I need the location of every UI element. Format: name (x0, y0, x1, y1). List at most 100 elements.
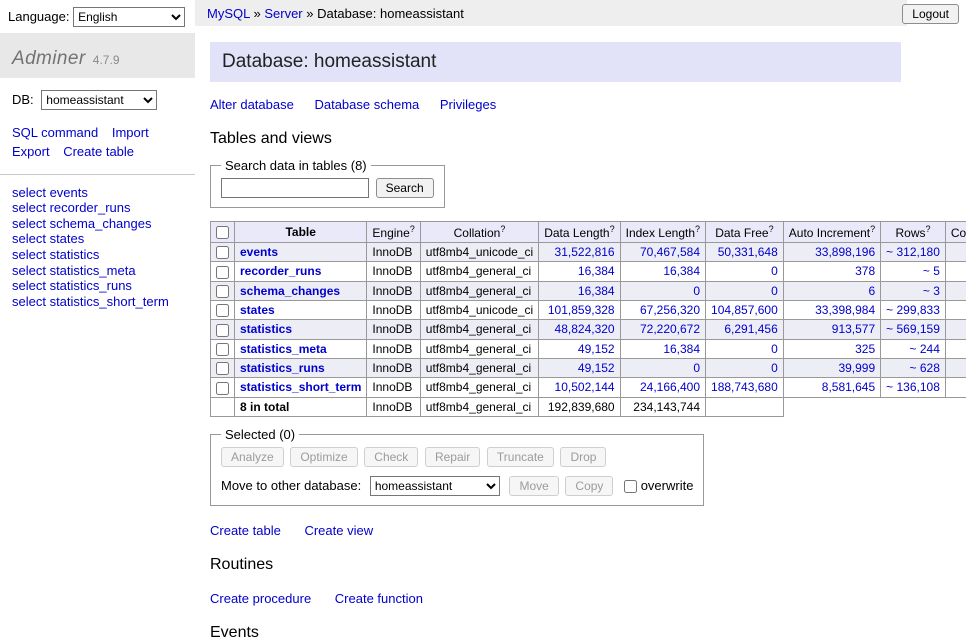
rows-link[interactable]: ~ 299,833 (886, 303, 940, 317)
select-all-checkbox[interactable] (216, 226, 229, 239)
header-data-free[interactable]: Data Free? (706, 222, 784, 243)
breadcrumb-link-mysql[interactable]: MySQL (207, 6, 250, 21)
index-length-link[interactable]: 16,384 (663, 264, 700, 278)
header-data-length[interactable]: Data Length? (539, 222, 620, 243)
table-link[interactable]: schema_changes (240, 284, 340, 298)
data-free-link[interactable]: 0 (771, 361, 778, 375)
sidebar-create-table-link[interactable]: Create table (63, 144, 134, 159)
row-checkbox[interactable] (216, 266, 229, 279)
sidebar-export-link[interactable]: Export (12, 144, 50, 159)
move-button[interactable]: Move (509, 476, 558, 496)
sidebar-item-select-schema-changes[interactable]: select schema_changes (12, 216, 183, 232)
move-database-select[interactable]: homeassistant (370, 476, 500, 496)
data-free-link[interactable]: 104,857,600 (711, 303, 778, 317)
search-button[interactable]: Search (376, 178, 434, 198)
overwrite-checkbox[interactable] (624, 480, 637, 493)
analyze-button[interactable]: Analyze (221, 447, 284, 467)
create-function-link[interactable]: Create function (335, 591, 423, 606)
rows-link[interactable]: ~ 3 (923, 284, 940, 298)
data-free-link[interactable]: 6,291,456 (724, 322, 777, 336)
table-link[interactable]: statistics_runs (240, 361, 325, 375)
row-checkbox[interactable] (216, 343, 229, 356)
data-length-link[interactable]: 49,152 (578, 361, 615, 375)
data-length-link[interactable]: 31,522,816 (555, 245, 615, 259)
row-checkbox[interactable] (216, 246, 229, 259)
index-length-link[interactable]: 0 (693, 361, 700, 375)
data-free-link[interactable]: 188,743,680 (711, 380, 778, 394)
auto-increment-link[interactable]: 378 (855, 264, 875, 278)
sidebar-import-link[interactable]: Import (112, 125, 149, 140)
auto-increment-link[interactable]: 8,581,645 (822, 380, 875, 394)
copy-button[interactable]: Copy (565, 476, 613, 496)
rows-link[interactable]: ~ 569,159 (886, 322, 940, 336)
index-length-link[interactable]: 16,384 (663, 342, 700, 356)
drop-button[interactable]: Drop (560, 447, 606, 467)
row-checkbox[interactable] (216, 304, 229, 317)
create-view-link[interactable]: Create view (304, 523, 373, 538)
table-link[interactable]: statistics_short_term (240, 380, 361, 394)
row-checkbox[interactable] (216, 382, 229, 395)
index-length-link[interactable]: 67,256,320 (640, 303, 700, 317)
data-length-link[interactable]: 101,859,328 (548, 303, 615, 317)
row-checkbox[interactable] (216, 362, 229, 375)
header-collation[interactable]: Collation? (420, 222, 538, 243)
table-link[interactable]: events (240, 245, 278, 259)
breadcrumb-link-server[interactable]: Server (264, 6, 302, 21)
auto-increment-link[interactable]: 913,577 (832, 322, 875, 336)
index-length-link[interactable]: 72,220,672 (640, 322, 700, 336)
table-link[interactable]: statistics_meta (240, 342, 327, 356)
rows-link[interactable]: ~ 312,180 (886, 245, 940, 259)
sidebar-item-select-statistics-runs[interactable]: select statistics_runs (12, 278, 183, 294)
data-length-link[interactable]: 48,824,320 (555, 322, 615, 336)
table-link[interactable]: statistics (240, 322, 292, 336)
search-input[interactable] (221, 178, 369, 198)
auto-increment-link[interactable]: 6 (868, 284, 875, 298)
header-index-length[interactable]: Index Length? (620, 222, 705, 243)
privileges-link[interactable]: Privileges (440, 97, 496, 112)
repair-button[interactable]: Repair (425, 447, 480, 467)
index-length-link[interactable]: 0 (693, 284, 700, 298)
sidebar-item-select-states[interactable]: select states (12, 231, 183, 247)
auto-increment-link[interactable]: 33,898,196 (815, 245, 875, 259)
row-checkbox[interactable] (216, 324, 229, 337)
language-select[interactable]: English (73, 7, 185, 27)
data-length-link[interactable]: 16,384 (578, 264, 615, 278)
header-comment[interactable]: Comment? (945, 222, 966, 243)
data-free-link[interactable]: 0 (771, 264, 778, 278)
data-free-link[interactable]: 0 (771, 284, 778, 298)
data-free-link[interactable]: 0 (771, 342, 778, 356)
sidebar-item-select-statistics-meta[interactable]: select statistics_meta (12, 263, 183, 279)
sidebar-item-select-statistics-short-term[interactable]: select statistics_short_term (12, 294, 183, 310)
header-engine[interactable]: Engine? (367, 222, 420, 243)
table-link[interactable]: recorder_runs (240, 264, 321, 278)
database-schema-link[interactable]: Database schema (314, 97, 419, 112)
db-select[interactable]: homeassistant (41, 90, 157, 110)
rows-link[interactable]: ~ 5 (923, 264, 940, 278)
sidebar-item-select-events[interactable]: select events (12, 185, 183, 201)
truncate-button[interactable]: Truncate (487, 447, 554, 467)
index-length-link[interactable]: 70,467,584 (640, 245, 700, 259)
data-free-link[interactable]: 50,331,648 (718, 245, 778, 259)
sidebar-item-select-recorder-runs[interactable]: select recorder_runs (12, 200, 183, 216)
header-table[interactable]: Table (235, 222, 367, 243)
logout-button[interactable]: Logout (902, 4, 959, 24)
create-table-link[interactable]: Create table (210, 523, 281, 538)
sidebar-sql-command-link[interactable]: SQL command (12, 125, 98, 140)
rows-link[interactable]: ~ 244 (910, 342, 940, 356)
check-button[interactable]: Check (364, 447, 418, 467)
header-rows[interactable]: Rows? (881, 222, 946, 243)
header-auto-increment[interactable]: Auto Increment? (783, 222, 880, 243)
index-length-link[interactable]: 24,166,400 (640, 380, 700, 394)
data-length-link[interactable]: 10,502,144 (555, 380, 615, 394)
rows-link[interactable]: ~ 136,108 (886, 380, 940, 394)
alter-database-link[interactable]: Alter database (210, 97, 294, 112)
optimize-button[interactable]: Optimize (290, 447, 357, 467)
data-length-link[interactable]: 16,384 (578, 284, 615, 298)
row-checkbox[interactable] (216, 285, 229, 298)
table-link[interactable]: states (240, 303, 275, 317)
create-procedure-link[interactable]: Create procedure (210, 591, 311, 606)
rows-link[interactable]: ~ 628 (910, 361, 940, 375)
auto-increment-link[interactable]: 325 (855, 342, 875, 356)
data-length-link[interactable]: 49,152 (578, 342, 615, 356)
auto-increment-link[interactable]: 39,999 (838, 361, 875, 375)
